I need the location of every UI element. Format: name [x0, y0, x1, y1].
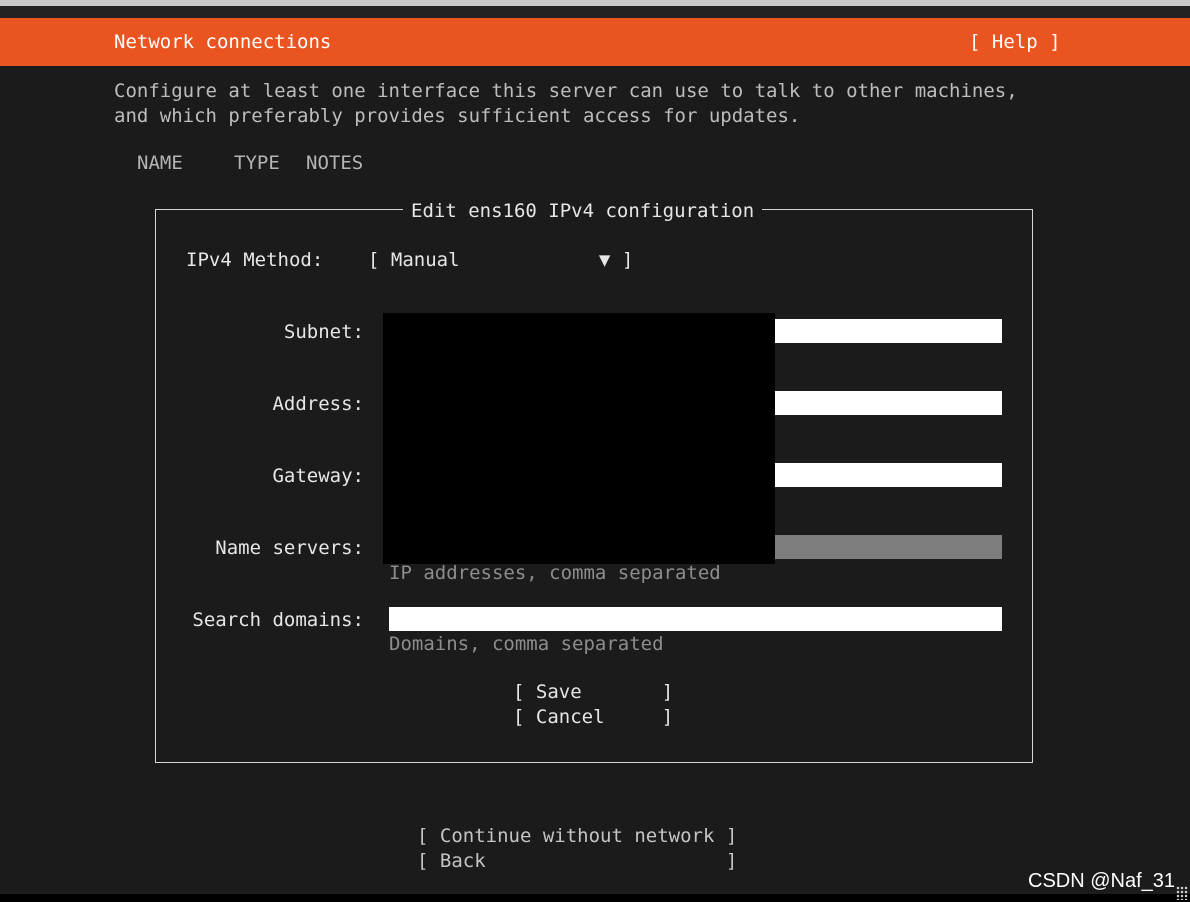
column-header-name: NAME — [137, 152, 183, 174]
column-header-notes: NOTES — [306, 152, 364, 174]
help-button[interactable]: [ Help ] — [969, 30, 1061, 54]
column-header-type: TYPE — [234, 152, 280, 174]
continue-without-network-button[interactable]: [ Continue without network ] — [417, 824, 737, 848]
subnet-label: Subnet: — [283, 321, 364, 343]
intro-text-line-1: Configure at least one interface this se… — [114, 80, 1018, 102]
intro-text-line-2: and which preferably provides sufficient… — [114, 105, 801, 127]
select-open-bracket: [ — [368, 249, 380, 271]
resize-grip-icon[interactable] — [1176, 886, 1188, 900]
ipv4-method-value: Manual — [390, 249, 460, 271]
save-button[interactable]: [ Save ] — [513, 680, 673, 704]
name-servers-hint: IP addresses, comma separated — [389, 562, 721, 584]
dropdown-arrow-icon: ▼ — [598, 249, 611, 271]
back-button[interactable]: [ Back ] — [417, 849, 737, 873]
ipv4-method-select[interactable]: [ Manual ▼ ] — [368, 248, 633, 272]
window-edge — [0, 0, 1190, 6]
search-domains-label: Search domains: — [192, 609, 364, 631]
page-title: Network connections — [114, 31, 332, 53]
search-domains-hint: Domains, comma separated — [389, 633, 664, 655]
address-label: Address: — [272, 393, 364, 415]
ipv4-method-label: IPv4 Method: — [186, 249, 324, 271]
gateway-label: Gateway: — [272, 465, 364, 487]
name-servers-label: Name servers: — [215, 537, 364, 559]
window-bottom-strip — [0, 894, 1190, 902]
redaction-overlay — [383, 313, 775, 564]
search-domains-input[interactable] — [389, 607, 1002, 631]
select-close-bracket: ] — [621, 249, 634, 271]
dialog-title: Edit ens160 IPv4 configuration — [403, 199, 763, 223]
cancel-button[interactable]: [ Cancel ] — [513, 705, 673, 729]
watermark: CSDN @Naf_31 — [1028, 870, 1176, 892]
window-top-strip — [0, 0, 1190, 18]
